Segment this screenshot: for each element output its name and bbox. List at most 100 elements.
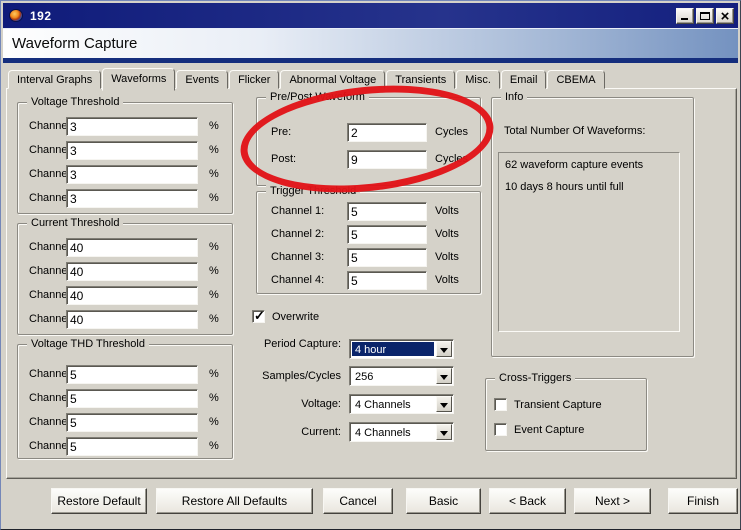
voltage-threshold-title: Voltage Threshold	[27, 96, 124, 108]
voltage-thd-threshold-group: Voltage THD Threshold Channel 1: % Chann…	[17, 338, 233, 459]
voltage-threshold-ch3-input[interactable]	[66, 165, 198, 184]
time-until-full-text: 10 days 8 hours until full	[505, 181, 624, 193]
pre-cycles-input[interactable]	[347, 123, 427, 142]
minimize-button[interactable]	[676, 8, 694, 24]
tab-waveforms[interactable]: Waveforms	[102, 68, 176, 91]
tab-cbema[interactable]: CBEMA	[547, 70, 605, 89]
percent-unit-label: %	[209, 265, 219, 277]
restore-default-button[interactable]: Restore Default	[51, 488, 147, 514]
current-threshold-ch3-input[interactable]	[66, 286, 198, 305]
current-channels-select[interactable]: 4 Channels	[349, 422, 454, 442]
percent-unit-label: %	[209, 120, 219, 132]
restore-all-defaults-button[interactable]: Restore All Defaults	[156, 488, 313, 514]
period-capture-select[interactable]: 4 hour	[349, 339, 454, 359]
trigger-threshold-title: Trigger Threshold	[266, 185, 361, 197]
current-threshold-group: Current Threshold Channel 1: % Channel 2…	[17, 217, 233, 335]
voltage-channels-value: 4 Channels	[355, 399, 411, 411]
percent-unit-label: %	[209, 392, 219, 404]
tab-interval-graphs[interactable]: Interval Graphs	[8, 70, 102, 89]
tab-misc[interactable]: Misc.	[456, 70, 500, 89]
channel-3-label: Channel 3:	[271, 251, 325, 263]
percent-unit-label: %	[209, 168, 219, 180]
volts-unit-label: Volts	[435, 251, 459, 263]
page-title: Waveform Capture	[12, 35, 138, 52]
dialog-window: 192 Waveform Capture Interval Graphs Wav…	[0, 0, 741, 530]
titlebar: 192	[3, 3, 738, 28]
samples-cycles-value: 256	[355, 371, 374, 383]
tab-abnormal-voltage[interactable]: Abnormal Voltage	[280, 70, 386, 89]
maximize-button[interactable]	[696, 8, 714, 24]
header-divider	[3, 58, 738, 63]
chevron-down-icon[interactable]	[436, 396, 452, 412]
channel-1-label: Channel 1:	[271, 205, 325, 217]
current-threshold-title: Current Threshold	[27, 217, 124, 229]
tab-strip: Interval Graphs Waveforms Events Flicker…	[8, 67, 606, 91]
period-capture-value: 4 hour	[352, 342, 434, 356]
voltage-threshold-ch2-input[interactable]	[66, 141, 198, 160]
transient-capture-label: Transient Capture	[514, 399, 602, 411]
transient-capture-checkbox[interactable]	[494, 398, 507, 411]
tab-email[interactable]: Email	[500, 70, 547, 89]
percent-unit-label: %	[209, 241, 219, 253]
cycles-unit-label: Cycles	[435, 126, 469, 138]
back-button[interactable]: < Back	[489, 488, 566, 514]
chevron-down-icon[interactable]	[436, 368, 452, 384]
trigger-threshold-ch4-input[interactable]	[347, 271, 427, 290]
voltage-threshold-ch4-input[interactable]	[66, 189, 198, 208]
pre-post-waveform-group: Pre/Post Waveform Pre: Cycles Post: Cycl…	[256, 91, 481, 186]
volts-unit-label: Volts	[435, 228, 459, 240]
current-threshold-ch1-input[interactable]	[66, 238, 198, 257]
voltage-threshold-ch1-input[interactable]	[66, 117, 198, 136]
voltage-thd-ch2-input[interactable]	[66, 389, 198, 408]
voltage-thd-threshold-title: Voltage THD Threshold	[27, 338, 149, 350]
window-title: 192	[30, 8, 52, 23]
voltage-threshold-group: Voltage Threshold Channel 1: % Channel 2…	[17, 96, 233, 214]
voltage-thd-ch1-input[interactable]	[66, 365, 198, 384]
tab-flicker[interactable]: Flicker	[229, 70, 280, 89]
chevron-down-icon[interactable]	[436, 424, 452, 440]
waveform-count-text: 62 waveform capture events	[505, 159, 644, 171]
trigger-threshold-group: Trigger Threshold Channel 1: Volts Chann…	[256, 185, 481, 294]
samples-cycles-select[interactable]: 256	[349, 366, 454, 386]
info-list: 62 waveform capture events 10 days 8 hou…	[498, 152, 680, 332]
current-channels-label: Current:	[301, 426, 341, 438]
event-capture-label: Event Capture	[514, 424, 585, 436]
overwrite-label: Overwrite	[272, 311, 320, 323]
cancel-button[interactable]: Cancel	[323, 488, 393, 514]
total-waveforms-heading: Total Number Of Waveforms:	[504, 125, 646, 137]
current-threshold-ch4-input[interactable]	[66, 310, 198, 329]
volts-unit-label: Volts	[435, 274, 459, 286]
cross-triggers-group: Cross-Triggers Transient Capture Event C…	[485, 372, 647, 451]
trigger-threshold-ch1-input[interactable]	[347, 202, 427, 221]
post-label: Post:	[271, 153, 297, 165]
close-button[interactable]	[716, 8, 734, 25]
voltage-thd-ch3-input[interactable]	[66, 413, 198, 432]
voltage-channels-select[interactable]: 4 Channels	[349, 394, 454, 414]
cross-triggers-title: Cross-Triggers	[495, 372, 576, 384]
chevron-down-icon[interactable]	[436, 341, 452, 357]
post-cycles-input[interactable]	[347, 150, 427, 169]
trigger-threshold-ch3-input[interactable]	[347, 248, 427, 267]
info-title: Info	[501, 91, 528, 103]
basic-button[interactable]: Basic	[406, 488, 481, 514]
window-controls	[676, 8, 734, 25]
app-icon	[9, 9, 23, 22]
info-group: Info Total Number Of Waveforms: 62 wavef…	[491, 91, 694, 357]
event-capture-checkbox[interactable]	[494, 423, 507, 436]
percent-unit-label: %	[209, 440, 219, 452]
trigger-threshold-ch2-input[interactable]	[347, 225, 427, 244]
voltage-channels-label: Voltage:	[301, 398, 341, 410]
finish-button[interactable]: Finish	[668, 488, 738, 514]
percent-unit-label: %	[209, 416, 219, 428]
next-button[interactable]: Next >	[574, 488, 651, 514]
current-channels-value: 4 Channels	[355, 427, 411, 439]
current-threshold-ch2-input[interactable]	[66, 262, 198, 281]
percent-unit-label: %	[209, 313, 219, 325]
channel-4-label: Channel 4:	[271, 274, 325, 286]
overwrite-checkbox[interactable]	[252, 308, 265, 324]
pre-label: Pre:	[271, 126, 292, 138]
tab-events[interactable]: Events	[176, 70, 229, 89]
cycles-unit-label: Cycles	[435, 153, 469, 165]
voltage-thd-ch4-input[interactable]	[66, 437, 198, 456]
tab-transients[interactable]: Transients	[386, 70, 456, 89]
